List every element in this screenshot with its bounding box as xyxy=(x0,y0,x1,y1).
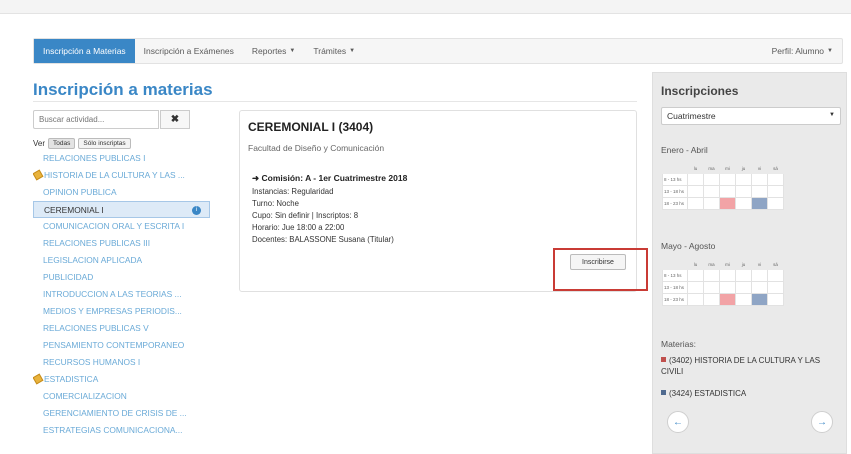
day-header: mi xyxy=(725,262,730,267)
schedule-slot-estadistica xyxy=(751,197,768,210)
list-item[interactable]: GERENCIAMIENTO DE CRISIS DE ... xyxy=(33,405,218,422)
time-row-label: 13 - 18 hs xyxy=(662,185,688,198)
day-header: vi xyxy=(757,262,762,267)
filter-row: Ver Todas Sólo inscriptas xyxy=(33,138,131,149)
course-title: CEREMONIAL I (3404) xyxy=(248,120,374,134)
profile-menu[interactable]: Perfil: Alumno ▼ xyxy=(763,39,842,63)
panel-title: Inscripciones xyxy=(661,84,739,98)
day-header: sá xyxy=(773,166,778,171)
inscripciones-panel: Inscripciones Cuatrimestre ▼ Enero - Abri… xyxy=(652,72,847,454)
prev-button[interactable]: ← xyxy=(667,411,689,433)
day-header: ma xyxy=(708,262,715,267)
comision-heading: ➜ Comisión: A - 1er Cuatrimestre 2018 xyxy=(252,173,408,183)
filter-todas-button[interactable]: Todas xyxy=(48,138,76,149)
day-header: ma xyxy=(708,166,715,171)
schedule-slot-historia xyxy=(719,197,736,210)
list-item[interactable]: INTRODUCCION A LAS TEORIAS ... xyxy=(33,286,218,303)
list-item[interactable]: COMERCIALIZACION xyxy=(33,388,218,405)
time-row-label: 8 - 13 hs xyxy=(662,269,688,282)
search-input[interactable] xyxy=(33,110,159,129)
list-item[interactable]: PUBLICIDAD xyxy=(33,269,218,286)
course-faculty: Facultad de Diseño y Comunicación xyxy=(248,143,385,153)
color-swatch xyxy=(661,357,666,362)
page-title: Inscripción a materias xyxy=(33,80,213,99)
list-item[interactable]: RELACIONES PUBLICAS V xyxy=(33,320,218,337)
list-item[interactable]: RELACIONES PUBLICAS III xyxy=(33,235,218,252)
chevron-down-icon: ▼ xyxy=(829,112,835,118)
schedule-grid: lu ma mi ju vi sá 8 - 13 hs 13 - 18 hs 1… xyxy=(662,163,784,210)
schedule-grid: lu ma mi ju vi sá 8 - 13 hs 13 - 18 hs 1… xyxy=(662,259,784,306)
main-navbar: Inscripción a Materias Inscripción a Exá… xyxy=(33,38,843,64)
list-item[interactable]: RELACIONES PUBLICAS I xyxy=(33,150,218,167)
subject-list: RELACIONES PUBLICAS I HISTORIA DE LA CUL… xyxy=(33,150,218,439)
docentes-text: Docentes: BALASSONE Susana (Titular) xyxy=(252,235,394,244)
caret-down-icon: ▼ xyxy=(827,48,833,54)
filter-solo-inscriptas-button[interactable]: Sólo inscriptas xyxy=(78,138,131,149)
cupo-text: Cupo: Sin definir | Inscriptos: 8 xyxy=(252,211,359,220)
next-button[interactable]: → xyxy=(811,411,833,433)
list-item[interactable]: COMUNICACION ORAL Y ESCRITA I xyxy=(33,218,218,235)
day-header: mi xyxy=(725,166,730,171)
time-row-label: 8 - 13 hs xyxy=(662,173,688,186)
list-item[interactable]: LEGISLACION APLICADA xyxy=(33,252,218,269)
nav-reportes[interactable]: Reportes ▼ xyxy=(243,39,304,63)
schedule-slot-historia xyxy=(719,293,736,306)
time-row-label: 18 - 23 hs xyxy=(662,197,688,210)
list-item[interactable]: HISTORIA DE LA CULTURA Y LAS ... xyxy=(33,167,218,184)
caret-down-icon: ▼ xyxy=(289,48,296,54)
list-item[interactable]: MEDIOS Y EMPRESAS PERIODIS... xyxy=(33,303,218,320)
materia-item: (3402) HISTORIA DE LA CULTURA Y LAS CIVI… xyxy=(661,356,821,376)
arrow-right-icon: → xyxy=(817,416,827,428)
time-row-label: 13 - 18 hs xyxy=(662,281,688,294)
nav-inscripcion-examenes[interactable]: Inscripción a Exámenes xyxy=(135,39,243,63)
time-row-label: 18 - 23 hs xyxy=(662,293,688,306)
schedule-slot-estadistica xyxy=(751,293,768,306)
turno-text: Turno: Noche xyxy=(252,199,299,208)
arrow-left-icon: ← xyxy=(673,416,683,428)
period-label: Mayo - Agosto xyxy=(661,241,716,251)
nav-tramites[interactable]: Trámites ▼ xyxy=(304,39,364,63)
info-icon[interactable]: i xyxy=(192,206,201,215)
instancias-text: Instancias: Regularidad xyxy=(252,187,334,196)
list-item[interactable]: OPINION PUBLICA xyxy=(33,184,218,201)
day-header: ju xyxy=(741,166,746,171)
period-select[interactable]: Cuatrimestre ▼ xyxy=(661,107,841,125)
pencil-icon xyxy=(33,169,44,181)
materia-item: (3424) ESTADISTICA xyxy=(661,388,841,399)
day-header: ju xyxy=(741,262,746,267)
day-header: lu xyxy=(693,262,698,267)
materias-label: Materias: xyxy=(661,339,696,349)
pencil-icon xyxy=(33,373,44,385)
caret-down-icon: ▼ xyxy=(349,48,356,54)
filter-label: Ver xyxy=(33,139,46,148)
color-swatch xyxy=(661,390,666,395)
day-header: lu xyxy=(693,166,698,171)
list-item[interactable]: ESTRATEGIAS COMUNICACIONA... xyxy=(33,422,218,439)
browser-top-strip xyxy=(0,0,851,14)
period-label: Enero - Abril xyxy=(661,145,708,155)
list-item-selected[interactable]: CEREMONIAL Ii xyxy=(33,201,210,218)
close-icon: ✖ xyxy=(170,114,180,125)
day-header: vi xyxy=(757,166,762,171)
title-divider xyxy=(33,101,637,102)
list-item[interactable]: ESTADISTICA xyxy=(33,371,218,388)
highlight-box xyxy=(553,248,648,291)
list-item[interactable]: RECURSOS HUMANOS I xyxy=(33,354,218,371)
day-header: sá xyxy=(773,262,778,267)
horario-text: Horario: Jue 18:00 a 22:00 xyxy=(252,223,345,232)
nav-inscripcion-materias[interactable]: Inscripción a Materias xyxy=(34,39,135,63)
list-item[interactable]: PENSAMIENTO CONTEMPORANEO xyxy=(33,337,218,354)
clear-search-button[interactable]: ✖ xyxy=(160,110,190,129)
